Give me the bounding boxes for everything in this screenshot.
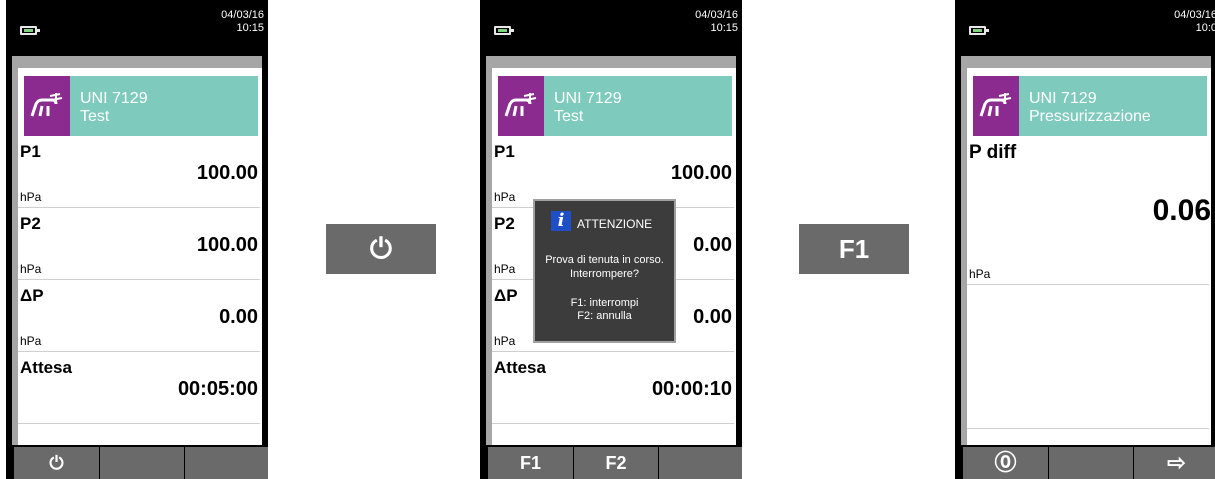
softkey-f2[interactable]: F2 [574, 447, 658, 479]
device-screen-2: 04/03/16 10:15 UNI 7129 Test P1 100.00 h… [480, 0, 742, 479]
measurement-p-diff: P diff 0.06 hPa [967, 140, 1211, 285]
measurement-unit: hPa [20, 262, 42, 276]
measurement-value: 0.00 [693, 306, 732, 328]
dialog-title: ATTENZIONE [577, 217, 653, 231]
softkey-bar: F1 F2 [480, 445, 742, 479]
measurement-value: 0.00 [693, 234, 732, 256]
status-bar: 04/03/16 10:15 [6, 0, 268, 56]
f1-key-step: F1 [799, 224, 909, 274]
power-key-step: ⏻ [326, 224, 436, 274]
measurement-name: P1 [494, 142, 515, 161]
gas-leak-icon [24, 76, 70, 136]
warning-dialog: i ATTENZIONE Prova di tenuta in corso. I… [533, 199, 676, 343]
softkey-2[interactable] [100, 447, 184, 479]
softkey-next[interactable]: ⇨ [1134, 447, 1215, 479]
measurement-name: Attesa [494, 358, 546, 377]
device-screen-3: 04/03/16 10:0 UNI 7129 Pressurizzazione … [955, 0, 1215, 479]
dialog-option-interrompi: F1: interrompi [570, 297, 639, 309]
header-subtitle: Pressurizzazione [1029, 108, 1151, 125]
status-bar: 04/03/16 10:15 [480, 0, 742, 56]
empty-row [967, 284, 1209, 429]
softkey-f1[interactable]: F1 [488, 447, 573, 479]
header-subtitle: Test [80, 108, 110, 125]
header-title: UNI 7129 [554, 90, 622, 107]
datetime: 04/03/16 10:15 [221, 9, 264, 35]
softkey-bar: ⏻ [6, 445, 268, 479]
measurement-value: 00:05:00 [177, 378, 258, 400]
measurement-name: P diff [969, 142, 1017, 163]
measurement-value: 100.00 [196, 234, 258, 256]
measurement-p1: P1 100.00 hPa [492, 140, 734, 208]
date-text: 04/03/16 [221, 9, 264, 21]
dialog-options: F1: interrompi F2: annulla [535, 297, 674, 323]
time-text: 10:0 [1195, 22, 1215, 34]
measurement-value: 100.00 [196, 162, 258, 184]
softkey-2[interactable] [1049, 447, 1133, 479]
device-screen-1: 04/03/16 10:15 UNI 7129 Test P1 100.00 h… [6, 0, 268, 479]
dialog-message: Prova di tenuta in corso. Interrompere? [535, 253, 674, 281]
measurement-attesa: Attesa 00:00:10 [492, 356, 734, 424]
info-icon: i [551, 211, 571, 231]
measurement-name: Attesa [20, 358, 72, 377]
battery-icon [494, 26, 514, 35]
content-panel: UNI 7129 Test P1 100.00 hPa P2 100.00 hP… [18, 68, 262, 445]
dialog-message-line: Interrompere? [569, 268, 640, 280]
softkey-3[interactable] [659, 447, 742, 479]
measurement-value: 0.06 [1152, 194, 1211, 227]
header-subtitle: Test [554, 108, 584, 125]
gas-leak-icon [973, 76, 1019, 136]
time-text: 10:15 [236, 22, 264, 34]
measurement-unit: hPa [494, 190, 516, 204]
measurement-attesa: Attesa 00:05:00 [18, 356, 260, 424]
datetime: 04/03/16 10:0 [1174, 9, 1215, 35]
measurement-name: P2 [494, 214, 515, 233]
softkey-zero[interactable]: ⓪ [963, 447, 1048, 479]
measurement-name: P2 [20, 214, 41, 233]
measurement-unit: hPa [494, 262, 516, 276]
measurement-unit: hPa [20, 190, 42, 204]
measurement-p1: P1 100.00 hPa [18, 140, 260, 208]
dialog-option-annulla: F2: annulla [577, 310, 632, 322]
screen-header: UNI 7129 Pressurizzazione [973, 76, 1207, 136]
measurement-p2: P2 100.00 hPa [18, 212, 260, 280]
softkey-3[interactable] [185, 447, 268, 479]
measurement-unit: hPa [969, 267, 991, 281]
dialog-message-line: Prova di tenuta in corso. [545, 254, 664, 266]
measurement-name: ΔP [494, 286, 518, 305]
screen-header: UNI 7129 Test [498, 76, 732, 136]
measurement-delta-p: ΔP 0.00 hPa [18, 284, 260, 352]
measurement-value: 100.00 [670, 162, 732, 184]
header-title: UNI 7129 [80, 90, 148, 107]
content-panel: UNI 7129 Pressurizzazione P diff 0.06 hP… [967, 68, 1211, 445]
measurement-unit: hPa [494, 334, 516, 348]
softkey-power[interactable]: ⏻ [14, 447, 99, 479]
status-bar: 04/03/16 10:0 [955, 0, 1215, 56]
time-text: 10:15 [710, 22, 738, 34]
softkey-bar: ⓪ ⇨ [955, 445, 1215, 479]
measurement-unit: hPa [20, 334, 42, 348]
battery-icon [969, 26, 989, 35]
gas-leak-icon [498, 76, 544, 136]
measurement-name: P1 [20, 142, 41, 161]
measurement-value: 0.00 [219, 306, 258, 328]
datetime: 04/03/16 10:15 [695, 9, 738, 35]
battery-icon [20, 26, 40, 35]
measurement-value: 00:00:10 [651, 378, 732, 400]
header-title: UNI 7129 [1029, 90, 1097, 107]
screen-header: UNI 7129 Test [24, 76, 258, 136]
measurement-name: ΔP [20, 286, 44, 305]
date-text: 04/03/16 [695, 9, 738, 21]
date-text: 04/03/16 [1174, 9, 1215, 21]
